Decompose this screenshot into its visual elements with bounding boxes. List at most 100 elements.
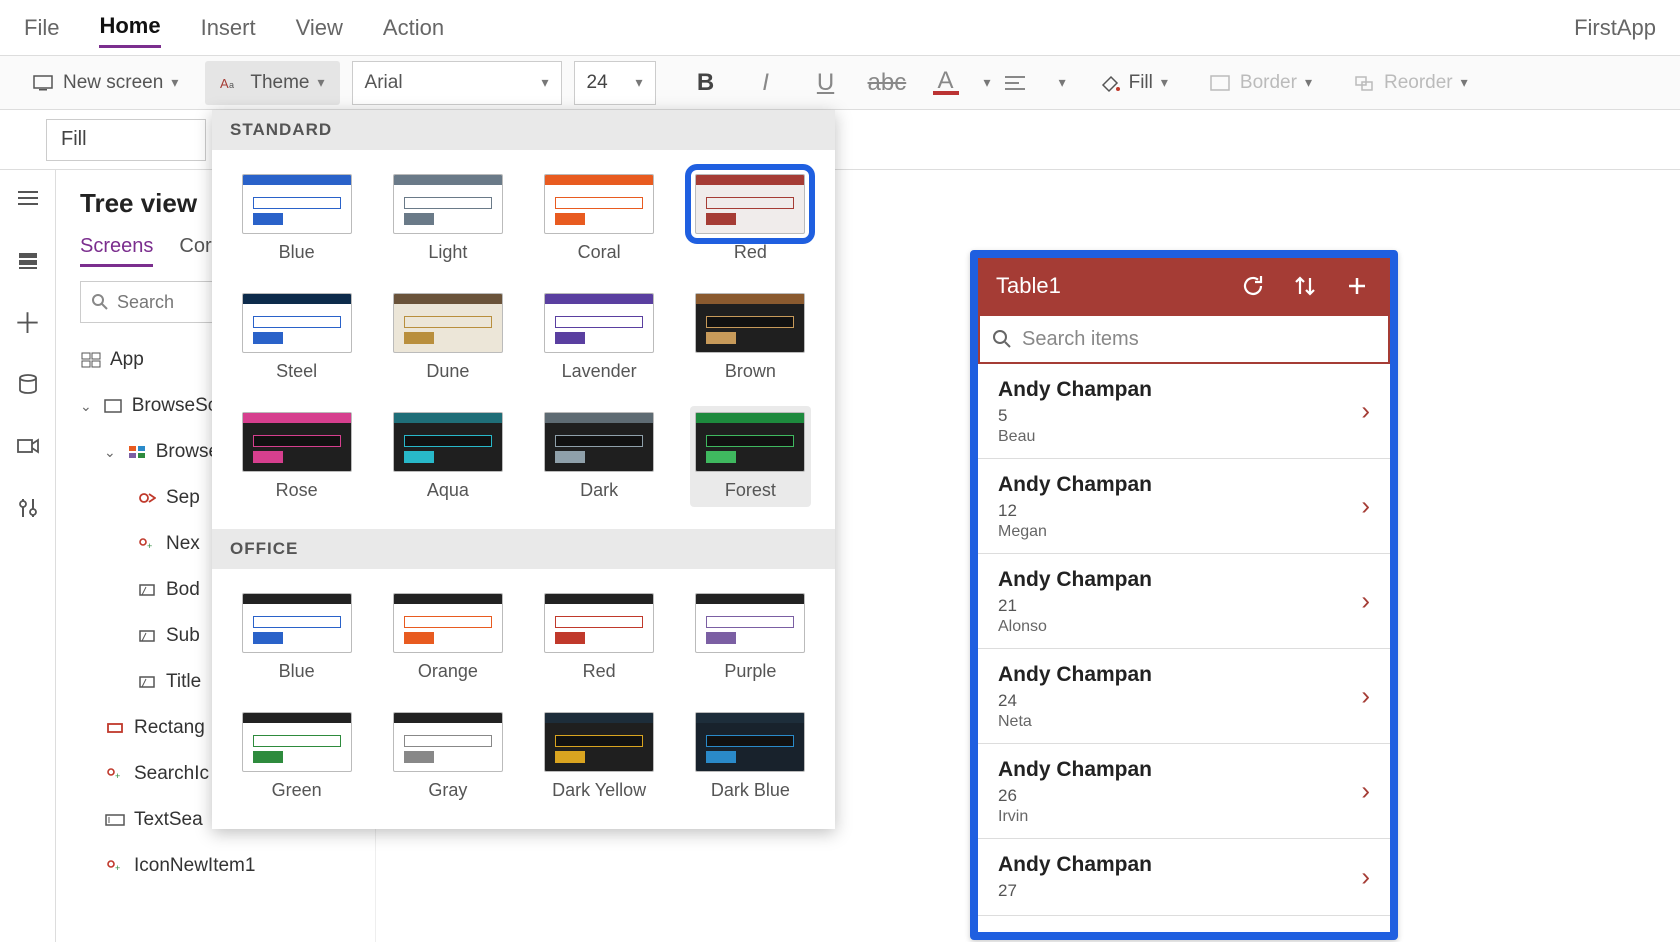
theme-thumbnail	[544, 712, 654, 772]
list-item[interactable]: Andy Champan26Irvin›	[978, 744, 1390, 839]
theme-thumbnail	[393, 712, 503, 772]
tree-item[interactable]: +IconNewItem1	[80, 843, 375, 889]
theme-option-label: Orange	[418, 661, 478, 682]
theme-option[interactable]: Steel	[236, 287, 357, 388]
add-icon[interactable]	[1342, 271, 1372, 301]
theme-option[interactable]: Gray	[387, 706, 508, 807]
theme-thumbnail	[393, 593, 503, 653]
border-icon	[1210, 75, 1230, 91]
insert-rail-icon[interactable]: ＋	[14, 310, 42, 334]
chevron-right-icon: ›	[1361, 491, 1370, 522]
font-size-select[interactable]: 24 ▾	[574, 61, 656, 105]
list-item-title: Andy Champan	[998, 473, 1370, 497]
chevron-down-icon[interactable]: ▾	[984, 74, 991, 91]
list-item[interactable]: Andy Champan24Neta›	[978, 649, 1390, 744]
theme-option[interactable]: Dune	[387, 287, 508, 388]
chevron-down-icon: ⌄	[80, 398, 92, 415]
theme-option-label: Forest	[725, 480, 776, 501]
advanced-rail-icon[interactable]	[14, 496, 42, 520]
strike-button[interactable]: abc	[868, 69, 904, 97]
sort-icon[interactable]	[1290, 271, 1320, 301]
tree-item-icon	[126, 443, 148, 461]
data-rail-icon[interactable]	[14, 372, 42, 396]
theme-thumbnail	[544, 293, 654, 353]
theme-option[interactable]: Dark Blue	[690, 706, 811, 807]
menu-action[interactable]: Action	[383, 9, 444, 47]
media-rail-icon[interactable]	[14, 434, 42, 458]
theme-option-label: Steel	[276, 361, 317, 382]
chevron-right-icon: ›	[1361, 396, 1370, 427]
italic-button[interactable]: I	[748, 69, 784, 97]
tree-item-icon: +	[136, 535, 158, 553]
list-item[interactable]: Andy Champan27›	[978, 839, 1390, 916]
theme-option[interactable]: Rose	[236, 406, 357, 507]
align-button[interactable]	[1003, 74, 1039, 92]
refresh-icon[interactable]	[1238, 271, 1268, 301]
theme-icon: Aa	[220, 75, 240, 91]
font-color-A-icon: A	[938, 71, 954, 91]
list-item-number: 12	[998, 501, 1370, 521]
list-item-title: Andy Champan	[998, 378, 1370, 402]
theme-option-label: Green	[272, 780, 322, 801]
new-screen-label: New screen	[63, 72, 163, 94]
menu-view[interactable]: View	[296, 9, 343, 47]
font-name-select[interactable]: Arial ▾	[352, 61, 562, 105]
menu-home[interactable]: Home	[99, 7, 160, 48]
menu-file[interactable]: File	[24, 9, 59, 47]
preview-search-input[interactable]: Search items	[978, 314, 1390, 364]
tab-screens[interactable]: Screens	[80, 235, 153, 267]
hamburger-icon[interactable]	[14, 186, 42, 210]
underline-button[interactable]: U	[808, 69, 844, 97]
theme-option[interactable]: Coral	[539, 168, 660, 269]
new-screen-button[interactable]: New screen ▾	[18, 61, 193, 105]
tab-components[interactable]: Cor	[179, 235, 211, 267]
list-item[interactable]: Andy Champan5Beau›	[978, 364, 1390, 459]
tree-item-label: Rectang	[134, 717, 205, 739]
border-button[interactable]: Border ▾	[1195, 61, 1327, 105]
tree-item-icon: +	[104, 857, 126, 875]
chevron-down-icon[interactable]: ▾	[1059, 74, 1066, 91]
theme-option[interactable]: Forest	[690, 406, 811, 507]
tree-item-icon	[136, 627, 158, 645]
theme-option-label: Red	[583, 661, 616, 682]
list-item[interactable]: Andy Champan12Megan›	[978, 459, 1390, 554]
list-item[interactable]: Andy Champan21Alonso›	[978, 554, 1390, 649]
chevron-right-icon: ›	[1361, 681, 1370, 712]
theme-option[interactable]: Blue	[236, 587, 357, 688]
theme-button[interactable]: Aa Theme ▾	[205, 61, 339, 105]
bold-button[interactable]: B	[688, 69, 724, 97]
theme-option[interactable]: Dark	[539, 406, 660, 507]
theme-option[interactable]: Dark Yellow	[539, 706, 660, 807]
font-color-button[interactable]: A	[928, 71, 964, 95]
svg-text:a: a	[229, 80, 234, 90]
theme-option[interactable]: Light	[387, 168, 508, 269]
theme-option[interactable]: Lavender	[539, 287, 660, 388]
font-name-value: Arial	[365, 72, 403, 94]
menu-insert[interactable]: Insert	[201, 9, 256, 47]
theme-option[interactable]: Red	[690, 168, 811, 269]
theme-option[interactable]: Aqua	[387, 406, 508, 507]
reorder-button[interactable]: Reorder ▾	[1339, 61, 1483, 105]
tree-item-label: Nex	[166, 533, 200, 555]
theme-option[interactable]: Orange	[387, 587, 508, 688]
theme-option[interactable]: Red	[539, 587, 660, 688]
chevron-right-icon: ›	[1361, 862, 1370, 893]
theme-dropdown[interactable]: STANDARD Blue Light Coral Red Steel Dune Lavend…	[212, 110, 835, 829]
fill-button[interactable]: Fill ▾	[1084, 61, 1183, 105]
list-item-title: Andy Champan	[998, 663, 1370, 687]
theme-option[interactable]: Green	[236, 706, 357, 807]
tree-view-rail-icon[interactable]	[14, 248, 42, 272]
tree-item-icon	[104, 811, 126, 829]
fill-label: Fill	[1129, 72, 1153, 94]
tree-item-icon	[136, 673, 158, 691]
fill-bucket-icon	[1099, 75, 1119, 91]
theme-section-header: STANDARD	[212, 110, 835, 150]
theme-option[interactable]: Brown	[690, 287, 811, 388]
theme-option[interactable]: Blue	[236, 168, 357, 269]
tree-item-icon	[136, 489, 158, 507]
svg-text:+: +	[115, 771, 120, 781]
tree-item-label: SearchIc	[134, 763, 209, 785]
theme-thumbnail	[544, 593, 654, 653]
property-select[interactable]: Fill	[46, 119, 206, 161]
theme-option[interactable]: Purple	[690, 587, 811, 688]
